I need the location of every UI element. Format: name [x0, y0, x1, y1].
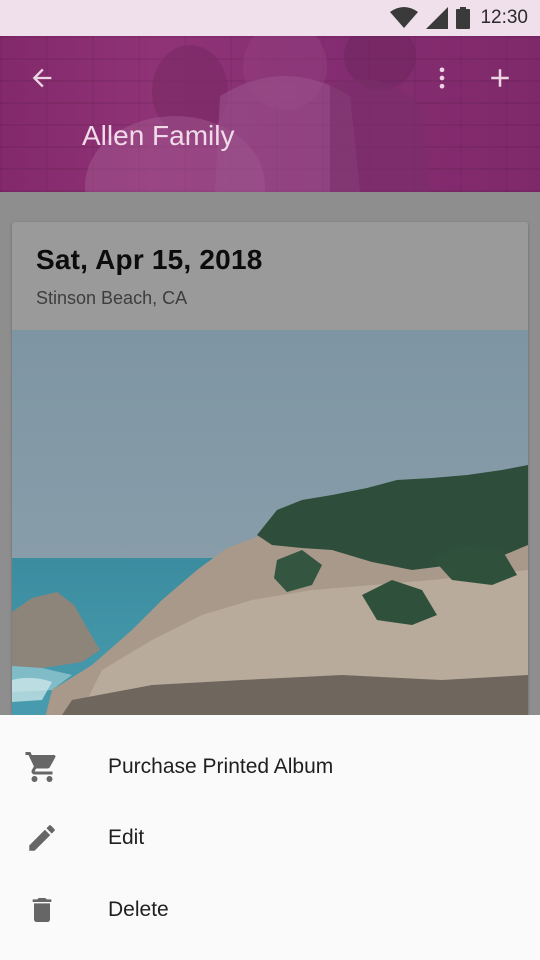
more-options-button[interactable]	[418, 54, 466, 102]
event-date: Sat, Apr 15, 2018	[36, 244, 263, 275]
delete-label: Delete	[108, 898, 169, 921]
battery-icon	[456, 7, 471, 29]
wifi-icon	[390, 7, 419, 29]
status-time: 12:30	[480, 7, 528, 28]
add-icon	[491, 69, 509, 87]
bottom-sheet: Purchase Printed Album Edit Delete	[0, 715, 540, 960]
delete-item[interactable]: Delete	[0, 875, 540, 945]
beach-photo[interactable]	[12, 330, 528, 730]
app-bar: Allen Family	[0, 36, 540, 192]
back-button[interactable]	[18, 54, 66, 102]
purchase-album-item[interactable]: Purchase Printed Album	[0, 732, 540, 802]
add-button[interactable]	[476, 54, 524, 102]
event-location: Stinson Beach, CA	[36, 288, 188, 308]
edit-pencil-icon	[24, 820, 60, 856]
cart-icon	[24, 749, 60, 785]
purchase-album-label: Purchase Printed Album	[108, 755, 334, 778]
edit-label: Edit	[108, 826, 145, 849]
status-bar: 12:30	[0, 0, 540, 36]
album-title: Allen Family	[82, 120, 235, 151]
card-header: Sat, Apr 15, 2018 Stinson Beach, CA	[12, 222, 528, 330]
trash-icon	[24, 892, 60, 928]
arrow-back-icon	[32, 68, 52, 88]
edit-item[interactable]: Edit	[0, 803, 540, 873]
signal-icon	[426, 7, 449, 29]
more-vert-icon	[439, 67, 445, 89]
